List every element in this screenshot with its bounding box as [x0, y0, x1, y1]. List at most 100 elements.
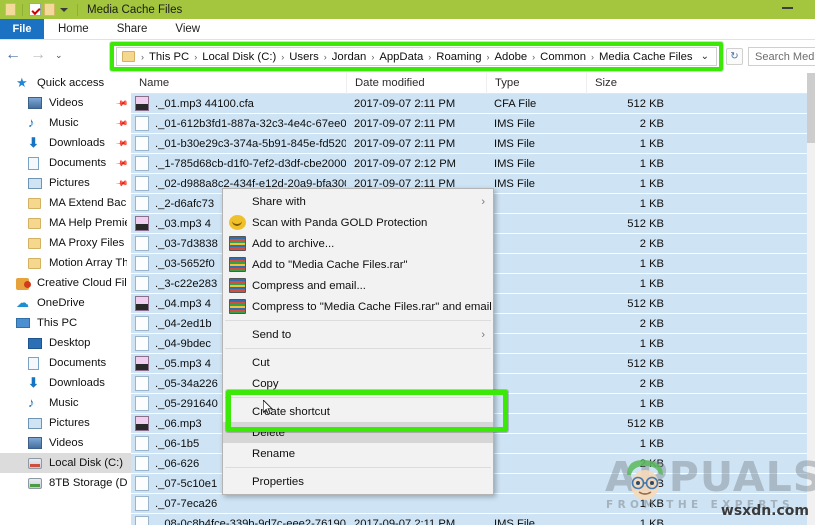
refresh-icon[interactable]: ↻: [726, 48, 743, 65]
winrar-icon: [229, 278, 246, 293]
sidebar-item-local-disk-c[interactable]: Local Disk (C:): [0, 453, 131, 473]
file-size-cell: 1 KB: [639, 177, 664, 190]
tab-share[interactable]: Share: [103, 19, 162, 39]
table-row[interactable]: ._01.mp3 44100.cfa 2017-09-07 2:11 PM CFA …: [131, 94, 815, 114]
column-header-date[interactable]: Date modified: [346, 73, 486, 94]
vertical-scrollbar[interactable]: [807, 73, 815, 525]
table-row[interactable]: ._07-7eca26 1 KB: [131, 494, 815, 514]
table-row[interactable]: ._01-612b3fd1-887a-32c3-4e4c-67ee0000...…: [131, 114, 815, 134]
sidebar-item-pictures[interactable]: Pictures 📌: [0, 173, 131, 193]
sidebar-item-label: MA Extend Back: [49, 197, 127, 209]
file-type-cell: CFA File: [494, 97, 537, 110]
sidebar-item-downloads[interactable]: ⬇ Downloads: [0, 373, 131, 393]
sidebar-item-quick-access[interactable]: ★ Quick access: [0, 73, 131, 93]
folder-icon: [28, 255, 44, 271]
sidebar-item-documents[interactable]: Documents: [0, 353, 131, 373]
title-bar: Media Cache Files: [0, 0, 815, 19]
sidebar-item-motion-array-th[interactable]: Motion Array Th: [0, 253, 131, 273]
properties-icon[interactable]: [29, 3, 41, 16]
file-name-cell: ._1-785d68cb-d1f0-7ef2-d3df-cbe200000...: [131, 156, 346, 171]
file-size-cell: 1 KB: [639, 137, 664, 150]
sidebar-item-label: Downloads: [49, 377, 105, 389]
table-row[interactable]: ._08-0c8b4fce-339b-9d7c-eee2-76190000...…: [131, 514, 815, 525]
sidebar-item-8tb-storage-d[interactable]: 8TB Storage (D:): [0, 473, 131, 493]
file-name: ._05-291640: [155, 397, 218, 410]
file-size-cell: 1 KB: [639, 257, 664, 270]
file-size-cell: 2 KB: [639, 377, 664, 390]
cfa-file-icon: [135, 216, 149, 231]
winrar-icon: [229, 236, 246, 251]
minimize-button[interactable]: [782, 7, 793, 9]
menu-item-cut[interactable]: Cut: [223, 352, 493, 373]
forward-icon[interactable]: →: [30, 47, 46, 63]
sidebar-item-videos[interactable]: Videos 📌: [0, 93, 131, 113]
menu-item-rename[interactable]: Rename: [223, 443, 493, 464]
sidebar-item-downloads[interactable]: ⬇ Downloads 📌: [0, 133, 131, 153]
new-folder-icon[interactable]: [44, 3, 55, 16]
file-name: ._05-34a226: [155, 377, 218, 390]
sidebar-item-label: Videos: [49, 437, 84, 449]
folder-icon: [28, 235, 44, 251]
file-name: ._08-0c8b4fce-339b-9d7c-eee2-76190000...: [155, 517, 346, 525]
sidebar-item-ma-proxy-files[interactable]: MA Proxy Files: [0, 233, 131, 253]
file-type-cell: IMS File: [494, 157, 536, 170]
sidebar-item-label: Local Disk (C:): [49, 457, 124, 469]
menu-item-icon-placeholder: [229, 474, 246, 489]
sidebar-item-onedrive[interactable]: ☁ OneDrive: [0, 293, 131, 313]
sidebar-item-pictures[interactable]: Pictures: [0, 413, 131, 433]
recent-locations-icon[interactable]: ⌄: [55, 50, 63, 61]
pin-icon[interactable]: 📌: [115, 156, 128, 169]
menu-item-add-to-archive[interactable]: Add to archive...: [223, 233, 493, 254]
sidebar-item-videos[interactable]: Videos: [0, 433, 131, 453]
tab-view[interactable]: View: [161, 19, 214, 39]
scrollbar-thumb[interactable]: [807, 73, 815, 143]
sidebar-item-creative-cloud-fil[interactable]: Creative Cloud Fil: [0, 273, 131, 293]
column-header-name[interactable]: Name: [131, 73, 346, 94]
sidebar-item-desktop[interactable]: Desktop: [0, 333, 131, 353]
sidebar-item-label: Motion Array Th: [49, 257, 127, 269]
menu-item-send-to[interactable]: Send to ›: [223, 324, 493, 345]
table-row[interactable]: ._01-b30e29c3-374a-5b91-845e-fd520000...…: [131, 134, 815, 154]
sidebar-item-this-pc[interactable]: This PC: [0, 313, 131, 333]
menu-item-add-to-media-cache-files-rar[interactable]: Add to "Media Cache Files.rar": [223, 254, 493, 275]
winrar-icon: [229, 257, 246, 272]
sidebar-item-label: Quick access: [37, 77, 105, 89]
ims-file-icon: [135, 276, 149, 291]
column-header-type[interactable]: Type: [486, 73, 586, 94]
file-name: ._07-7eca26: [155, 497, 218, 510]
menu-item-share-with[interactable]: Share with ›: [223, 191, 493, 212]
pin-icon[interactable]: 📌: [115, 136, 128, 149]
pin-icon[interactable]: 📌: [115, 176, 128, 189]
sidebar-item-music[interactable]: ♪ Music: [0, 393, 131, 413]
tab-file[interactable]: File: [0, 19, 44, 39]
menu-item-label: Add to archive...: [252, 237, 335, 250]
file-name-cell: ._01.mp3 44100.cfa: [131, 96, 346, 111]
table-row[interactable]: ._1-785d68cb-d1f0-7ef2-d3df-cbe200000...…: [131, 154, 815, 174]
sidebar-item-ma-help-premie[interactable]: MA Help Premie: [0, 213, 131, 233]
search-input[interactable]: Search Media C: [748, 47, 815, 66]
context-menu: Share with › Scan with Panda GOLD Protecti…: [222, 188, 494, 495]
tab-home[interactable]: Home: [44, 19, 103, 39]
ims-file-icon: [135, 396, 149, 411]
file-size-cell: 2 KB: [639, 117, 664, 130]
file-type-cell: IMS File: [494, 177, 536, 190]
menu-item-scan-with-panda-gold-protection[interactable]: Scan with Panda GOLD Protection: [223, 212, 493, 233]
ims-file-icon: [135, 156, 149, 171]
chevron-down-icon[interactable]: [60, 7, 68, 12]
sidebar-item-documents[interactable]: Documents 📌: [0, 153, 131, 173]
pin-icon[interactable]: 📌: [115, 96, 128, 109]
cfa-file-icon: [135, 296, 149, 311]
disk-green-icon: [28, 475, 44, 491]
column-header-size[interactable]: Size: [586, 73, 676, 94]
menu-item-properties[interactable]: Properties: [223, 471, 493, 492]
ims-file-icon: [135, 456, 149, 471]
back-icon[interactable]: ←: [5, 47, 21, 63]
ims-file-icon: [135, 496, 149, 511]
menu-item-compress-and-email[interactable]: Compress and email...: [223, 275, 493, 296]
file-name: ._06-1b5: [155, 437, 200, 450]
sidebar-item-music[interactable]: ♪ Music 📌: [0, 113, 131, 133]
menu-item-compress-to-media-cache-files-rar-and-email[interactable]: Compress to "Media Cache Files.rar" and …: [223, 296, 493, 317]
pin-icon[interactable]: 📌: [115, 116, 128, 129]
sidebar-item-label: MA Help Premie: [49, 217, 127, 229]
sidebar-item-ma-extend-back[interactable]: MA Extend Back: [0, 193, 131, 213]
